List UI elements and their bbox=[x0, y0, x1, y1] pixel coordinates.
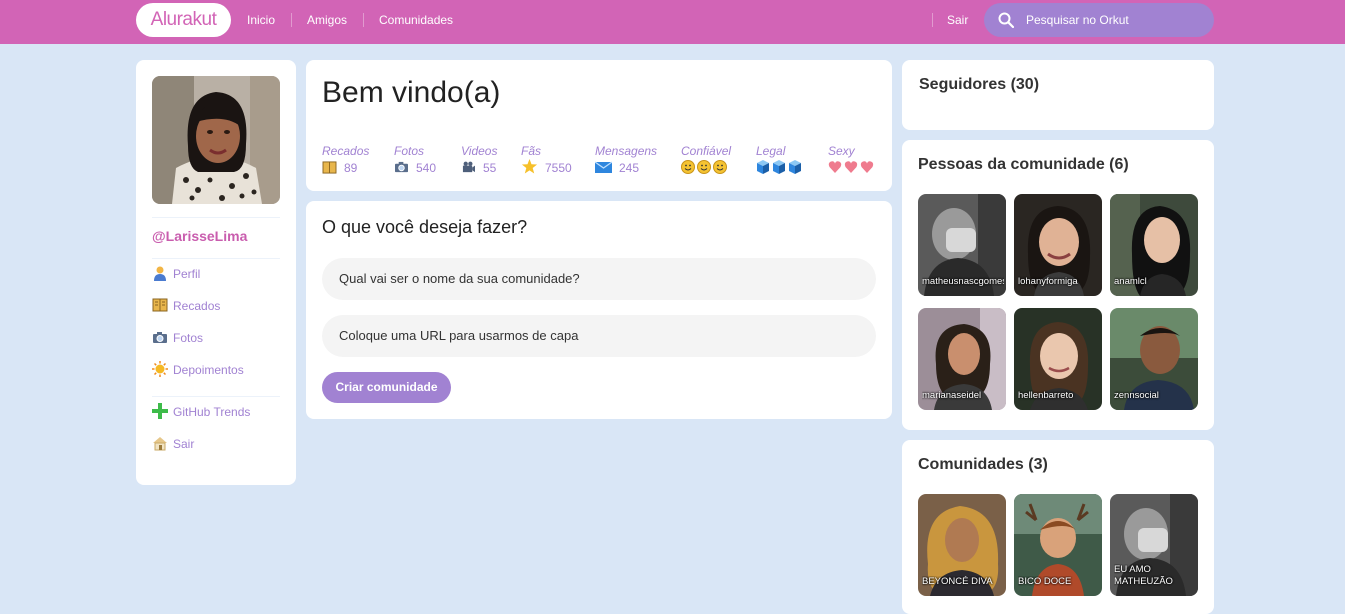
camera-icon bbox=[394, 161, 409, 174]
followers-title: Seguidores (30) bbox=[919, 76, 1040, 93]
divider bbox=[152, 258, 280, 259]
stat-label: Confiável bbox=[681, 144, 732, 158]
envelope-icon bbox=[594, 161, 613, 174]
video-camera-icon bbox=[461, 161, 476, 174]
home-icon bbox=[152, 435, 168, 451]
menu-item-fotos[interactable]: Fotos bbox=[152, 328, 203, 348]
cube-icon bbox=[757, 160, 801, 174]
nav-link-amigos[interactable]: Amigos bbox=[307, 0, 347, 40]
person-name: marianaseidel bbox=[922, 390, 982, 401]
camera-icon bbox=[152, 329, 168, 345]
community-cover-url-input[interactable]: Coloque uma URL para usarmos de capa bbox=[322, 315, 876, 357]
menu-label: Sair bbox=[173, 437, 195, 451]
nav-divider bbox=[932, 13, 933, 27]
stat-label: Fãs bbox=[521, 144, 542, 158]
stat-fotos: Fotos 540 bbox=[394, 144, 436, 177]
person-card[interactable]: anamlcl bbox=[1110, 194, 1198, 296]
smiley-icon bbox=[681, 160, 727, 174]
stat-value: 89 bbox=[344, 161, 358, 175]
menu-label: Fotos bbox=[173, 331, 204, 345]
stat-label: Mensagens bbox=[595, 144, 658, 158]
stat-value: 55 bbox=[483, 161, 497, 175]
plus-icon bbox=[152, 403, 168, 419]
stat-label: Recados bbox=[322, 144, 370, 158]
communities-title: Comunidades (3) bbox=[918, 456, 1048, 473]
divider bbox=[152, 396, 280, 397]
menu-label: Depoimentos bbox=[173, 363, 244, 377]
menu-item-sair[interactable]: Sair bbox=[152, 434, 194, 454]
nav-divider bbox=[363, 13, 364, 27]
stat-value: 245 bbox=[619, 161, 640, 175]
person-card[interactable]: zennsocial bbox=[1110, 308, 1198, 410]
stat-value: 7550 bbox=[545, 161, 572, 175]
community-card[interactable]: EU AMO MATHEUZÃO bbox=[1110, 494, 1198, 596]
person-name: matheusnascgomes bbox=[922, 276, 1004, 287]
logout-link[interactable]: Sair bbox=[947, 0, 968, 40]
person-card[interactable]: hellenbarreto bbox=[1014, 308, 1102, 410]
community-name: EU AMO MATHEUZÃO bbox=[1114, 564, 1173, 587]
person-card[interactable]: lohanyformiga bbox=[1014, 194, 1102, 296]
menu-label: Perfil bbox=[173, 267, 201, 281]
stat-mensagens: Mensagens 245 bbox=[594, 144, 658, 177]
stat-label: Fotos bbox=[394, 144, 425, 158]
nav-divider bbox=[291, 13, 292, 27]
form-title: O que você deseja fazer? bbox=[322, 217, 528, 237]
community-name-input[interactable]: Qual vai ser o nome da sua comunidade? bbox=[322, 258, 876, 300]
profile-username[interactable]: @LarisseLima bbox=[152, 228, 247, 244]
divider bbox=[152, 217, 280, 218]
menu-label: GitHub Trends bbox=[173, 405, 251, 419]
book-icon bbox=[322, 161, 337, 174]
stat-legal: Legal bbox=[756, 144, 804, 177]
nav-link-inicio[interactable]: Inicio bbox=[247, 0, 275, 40]
search-icon bbox=[998, 12, 1014, 28]
stat-videos: Videos 55 bbox=[461, 144, 497, 177]
menu-item-github-trends[interactable]: GitHub Trends bbox=[152, 402, 250, 422]
followers-card: Seguidores (30) bbox=[902, 60, 1214, 130]
sun-icon bbox=[152, 361, 168, 377]
stat-label: Sexy bbox=[828, 144, 855, 158]
search-placeholder: Pesquisar no Orkut bbox=[1026, 13, 1129, 27]
community-name: BEYONCÉ DIVA bbox=[922, 576, 993, 587]
menu-item-depoimentos[interactable]: Depoimentos bbox=[152, 360, 244, 380]
person-name: zennsocial bbox=[1114, 390, 1159, 401]
stat-fas: Fãs 7550 bbox=[521, 144, 572, 177]
person-name: hellenbarreto bbox=[1018, 390, 1074, 401]
create-community-button[interactable]: Criar comunidade bbox=[322, 372, 451, 403]
menu-item-recados[interactable]: Recados bbox=[152, 296, 220, 316]
community-people-title: Pessoas da comunidade (6) bbox=[918, 156, 1129, 173]
heart-icon bbox=[828, 161, 874, 173]
community-card[interactable]: BEYONCÉ DIVA bbox=[918, 494, 1006, 596]
menu-label: Recados bbox=[173, 299, 221, 313]
stat-confiavel: Confiável bbox=[681, 144, 731, 177]
community-card[interactable]: BICO DOCE bbox=[1014, 494, 1102, 596]
menu-item-perfil[interactable]: Perfil bbox=[152, 264, 200, 284]
search-input[interactable]: Pesquisar no Orkut bbox=[984, 3, 1214, 37]
profile-avatar[interactable] bbox=[152, 76, 280, 204]
book-icon bbox=[152, 297, 168, 313]
welcome-card: Bem vindo(a) Recados 89 Fotos 540 Videos… bbox=[306, 60, 892, 191]
person-card[interactable]: marianaseidel bbox=[918, 308, 1006, 410]
stat-sexy: Sexy bbox=[828, 144, 876, 177]
user-icon bbox=[152, 265, 168, 281]
communities-card: Comunidades (3) BEYONCÉ DIVA BICO DOCE E… bbox=[902, 440, 1214, 614]
top-navigation-bar: Alurakut Inicio Amigos Comunidades Sair … bbox=[0, 0, 1345, 44]
person-card[interactable]: matheusnascgomes bbox=[918, 194, 1006, 296]
stat-label: Videos bbox=[461, 144, 498, 158]
nav-link-comunidades[interactable]: Comunidades bbox=[379, 0, 453, 40]
person-name: lohanyformiga bbox=[1018, 276, 1078, 287]
profile-sidebar: @LarisseLima Perfil Recados Fotos Depoim… bbox=[136, 60, 296, 485]
community-name: BICO DOCE bbox=[1018, 576, 1072, 587]
person-name: anamlcl bbox=[1114, 276, 1147, 287]
stat-value: 540 bbox=[416, 161, 437, 175]
stat-label: Legal bbox=[756, 144, 786, 158]
alurakut-logo[interactable]: Alurakut bbox=[136, 3, 231, 37]
create-community-card: O que você deseja fazer? Qual vai ser o … bbox=[306, 201, 892, 419]
welcome-title: Bem vindo(a) bbox=[322, 76, 501, 109]
stat-recados: Recados 89 bbox=[322, 144, 369, 177]
star-icon bbox=[521, 159, 538, 174]
community-people-card: Pessoas da comunidade (6) matheusnascgom… bbox=[902, 140, 1214, 430]
